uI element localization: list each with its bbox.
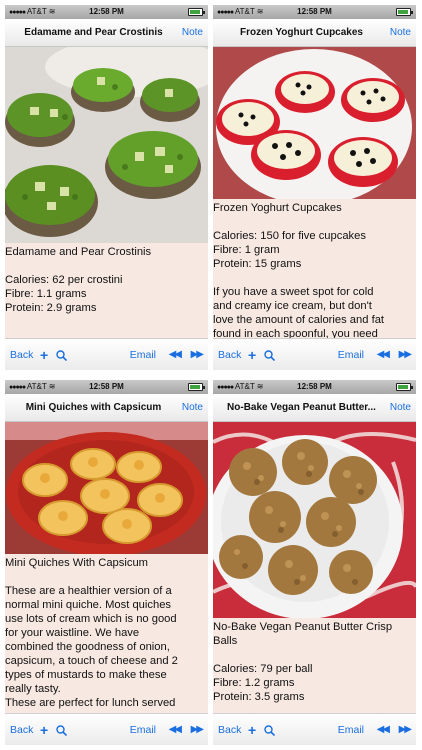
status-bar: ●●●●● AT&T ≋ 12:58 PM bbox=[5, 380, 208, 394]
back-button[interactable]: Back bbox=[10, 714, 33, 745]
next-icon[interactable]: ▶▶ bbox=[191, 714, 204, 745]
back-button[interactable]: Back bbox=[218, 714, 241, 745]
battery-icon bbox=[188, 8, 205, 16]
battery-level bbox=[398, 10, 408, 14]
recipe-text: Edamame and Pear Crostinis Calories: 62 … bbox=[5, 243, 208, 315]
recipe-name: Balls bbox=[213, 635, 238, 647]
recipe-name: No-Bake Vegan Peanut Butter Crisp bbox=[213, 621, 393, 633]
body-line: for your waistline. We have bbox=[5, 627, 140, 639]
previous-icon[interactable]: ◀◀ bbox=[377, 714, 390, 745]
bottom-toolbar: Back + Email ◀◀ ▶▶ bbox=[213, 338, 416, 370]
previous-icon[interactable]: ◀◀ bbox=[169, 714, 182, 745]
body-line: love the amount of calories and fat bbox=[213, 314, 385, 326]
body-line: normal mini quiche. Most quiches bbox=[5, 599, 172, 611]
bottom-toolbar: Back + Email ◀◀ ▶▶ bbox=[5, 713, 208, 745]
navigation-bar: Frozen Yoghurt Cupcakes Note bbox=[213, 19, 416, 47]
calories-text: Calories: 62 per crostini bbox=[5, 274, 123, 286]
battery-icon bbox=[188, 383, 205, 391]
recipe-content[interactable]: Edamame and Pear Crostinis Calories: 62 … bbox=[5, 47, 208, 338]
phone-screen-mini-quiches: ●●●●● AT&T ≋ 12:58 PM Mini Quiches with C… bbox=[5, 380, 208, 745]
email-button[interactable]: Email bbox=[338, 339, 364, 370]
body-line: types of mustards to make these bbox=[5, 669, 167, 681]
back-button[interactable]: Back bbox=[218, 339, 241, 370]
body-line: If you have a sweet spot for cold bbox=[213, 286, 374, 298]
recipe-content[interactable]: Frozen Yoghurt Cupcakes Calories: 150 fo… bbox=[213, 47, 416, 338]
navigation-bar: Edamame and Pear Crostinis Note bbox=[5, 19, 208, 47]
status-bar: ●●●●● AT&T ≋ 12:58 PM bbox=[213, 380, 416, 394]
next-icon[interactable]: ▶▶ bbox=[399, 714, 412, 745]
body-line: These are perfect for lunch served bbox=[5, 697, 176, 709]
body-line: found in each spoonful, you need bbox=[213, 328, 378, 338]
body-line: use lots of cream which is no good bbox=[5, 613, 177, 625]
previous-icon[interactable]: ◀◀ bbox=[169, 339, 182, 370]
body-line: These are a healthier version of a bbox=[5, 585, 172, 597]
fibre-text: Fibre: 1 gram bbox=[213, 244, 280, 256]
body-line: combined the goodness of onion, bbox=[5, 641, 170, 653]
phone-screen-edamame: ●●●●● AT&T ≋ 12:58 PM Edamame and Pear Cr… bbox=[5, 5, 208, 370]
protein-text: Protein: 2.9 grams bbox=[5, 302, 97, 314]
battery-icon bbox=[396, 383, 413, 391]
page-title: Frozen Yoghurt Cupcakes bbox=[240, 27, 363, 38]
fibre-text: Fibre: 1.2 grams bbox=[213, 677, 295, 689]
navigation-bar: No-Bake Vegan Peanut Butter... Note bbox=[213, 394, 416, 422]
protein-text: Protein: 15 grams bbox=[213, 258, 302, 270]
recipe-name: Mini Quiches With Capsicum bbox=[5, 557, 148, 569]
status-time: 12:58 PM bbox=[89, 382, 124, 391]
phone-screen-peanut-butter-balls: ●●●●● AT&T ≋ 12:58 PM No-Bake Vegan Peanu… bbox=[213, 380, 416, 745]
next-icon[interactable]: ▶▶ bbox=[191, 339, 204, 370]
cupcakes-photo bbox=[213, 47, 416, 199]
back-button[interactable]: Back bbox=[10, 339, 33, 370]
status-time: 12:58 PM bbox=[297, 7, 332, 16]
crostini-photo bbox=[5, 47, 208, 243]
note-button[interactable]: Note bbox=[390, 394, 411, 422]
email-button[interactable]: Email bbox=[130, 339, 156, 370]
email-button[interactable]: Email bbox=[338, 714, 364, 745]
status-time: 12:58 PM bbox=[297, 382, 332, 391]
add-icon[interactable]: + bbox=[248, 339, 256, 370]
recipe-content[interactable]: No-Bake Vegan Peanut Butter Crisp Balls … bbox=[213, 422, 416, 713]
protein-text: Protein: 3.5 grams bbox=[213, 691, 305, 703]
add-icon[interactable]: + bbox=[40, 339, 48, 370]
battery-icon bbox=[396, 8, 413, 16]
battery-level bbox=[190, 385, 200, 389]
search-icon[interactable] bbox=[56, 725, 67, 736]
status-time: 12:58 PM bbox=[89, 7, 124, 16]
email-button[interactable]: Email bbox=[130, 714, 156, 745]
quiches-photo bbox=[5, 422, 208, 554]
page-title: No-Bake Vegan Peanut Butter... bbox=[227, 402, 376, 413]
energy-balls-photo bbox=[213, 422, 416, 618]
page-title: Edamame and Pear Crostinis bbox=[24, 27, 163, 38]
add-icon[interactable]: + bbox=[248, 714, 256, 745]
battery-level bbox=[190, 10, 200, 14]
recipe-text: No-Bake Vegan Peanut Butter Crisp Balls … bbox=[213, 618, 416, 704]
recipe-text: Frozen Yoghurt Cupcakes Calories: 150 fo… bbox=[213, 199, 416, 338]
status-bar: ●●●●● AT&T ≋ 12:58 PM bbox=[213, 5, 416, 19]
body-line: and creamy ice cream, but don't bbox=[213, 300, 372, 312]
recipe-content[interactable]: Mini Quiches With Capsicum These are a h… bbox=[5, 422, 208, 713]
battery-level bbox=[398, 385, 408, 389]
previous-icon[interactable]: ◀◀ bbox=[377, 339, 390, 370]
add-icon[interactable]: + bbox=[40, 714, 48, 745]
bottom-toolbar: Back + Email ◀◀ ▶▶ bbox=[5, 338, 208, 370]
search-icon[interactable] bbox=[264, 350, 275, 361]
search-icon[interactable] bbox=[56, 350, 67, 361]
calories-text: Calories: 79 per ball bbox=[213, 663, 313, 675]
next-icon[interactable]: ▶▶ bbox=[399, 339, 412, 370]
navigation-bar: Mini Quiches with Capsicum Note bbox=[5, 394, 208, 422]
note-button[interactable]: Note bbox=[182, 19, 203, 47]
note-button[interactable]: Note bbox=[182, 394, 203, 422]
recipe-text: Mini Quiches With Capsicum These are a h… bbox=[5, 554, 208, 710]
bottom-toolbar: Back + Email ◀◀ ▶▶ bbox=[213, 713, 416, 745]
page-title: Mini Quiches with Capsicum bbox=[25, 402, 162, 413]
search-icon[interactable] bbox=[264, 725, 275, 736]
fibre-text: Fibre: 1.1 grams bbox=[5, 288, 87, 300]
note-button[interactable]: Note bbox=[390, 19, 411, 47]
recipe-name: Edamame and Pear Crostinis bbox=[5, 246, 152, 258]
body-line: really tasty. bbox=[5, 683, 61, 695]
recipe-name: Frozen Yoghurt Cupcakes bbox=[213, 202, 342, 214]
status-bar: ●●●●● AT&T ≋ 12:58 PM bbox=[5, 5, 208, 19]
body-line: capsicum, a touch of cheese and 2 bbox=[5, 655, 178, 667]
calories-text: Calories: 150 for five cupcakes bbox=[213, 230, 366, 242]
phone-screen-frozen-yoghurt: ●●●●● AT&T ≋ 12:58 PM Frozen Yoghurt Cupc… bbox=[213, 5, 416, 370]
